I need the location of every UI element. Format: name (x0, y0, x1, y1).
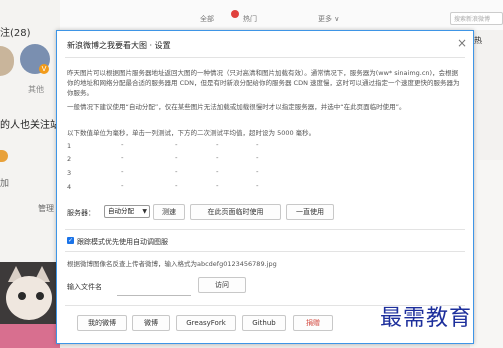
filename-input[interactable] (117, 282, 191, 296)
dialog-title: 新浪微博之我要看大图 · 设置 (67, 41, 171, 50)
test-value[interactable]: - (216, 141, 219, 149)
follow-count-title: 注(28) (0, 28, 31, 39)
settings-dialog: 新浪微博之我要看大图 · 设置 × 昨天图片可以根据图片服务器地址返回大图的一种… (56, 30, 474, 344)
search-input[interactable]: 搜索新浪微博 (450, 12, 503, 25)
manage-link[interactable]: 管理 (38, 203, 54, 214)
test-value[interactable]: - (121, 168, 124, 176)
test-value[interactable]: - (216, 182, 219, 190)
github-button[interactable]: Github (242, 315, 286, 331)
close-icon[interactable]: × (455, 36, 469, 50)
test-value[interactable]: - (175, 141, 178, 149)
chevron-down-icon: ▼ (142, 208, 147, 215)
test-value[interactable]: - (256, 182, 259, 190)
test-value[interactable]: - (121, 182, 124, 190)
server-select-value: 自动分配 (108, 207, 134, 215)
nav-all[interactable]: 全部 (200, 14, 214, 24)
test-value[interactable]: - (216, 154, 219, 162)
filename-input-label: 输入文件名 (67, 283, 102, 291)
background-top-bar (60, 0, 503, 31)
nav-more[interactable]: 更多 ∨ (318, 14, 339, 24)
hot-label: 热 (474, 36, 482, 45)
test-value[interactable]: - (175, 182, 178, 190)
divider (65, 57, 465, 58)
test-value[interactable]: - (256, 168, 259, 176)
temp-use-button[interactable]: 在此页面临时使用 (190, 204, 281, 220)
test-value[interactable]: - (256, 141, 259, 149)
watermark-text: 最需教育 (380, 306, 473, 331)
server-description: 昨天图片可以根据图片服务器地址返回大图的一种情况（只对高清和图片加载有效）。通常… (67, 69, 460, 97)
verified-badge-icon: V (39, 64, 49, 74)
cat-eye (36, 292, 44, 300)
weibo-button[interactable]: 微博 (132, 315, 170, 331)
test-value[interactable]: - (256, 154, 259, 162)
cat-photo (0, 262, 60, 348)
cat-eye (18, 292, 26, 300)
avatar-name[interactable]: 其他 (28, 84, 44, 95)
divider (65, 229, 465, 230)
auto-select-checkbox[interactable]: ✓ (67, 237, 74, 244)
test-value[interactable]: - (175, 168, 178, 176)
people-also-follow-heading: 的人也关注站 (0, 120, 60, 131)
hot-dot-icon (231, 10, 239, 18)
divider (65, 251, 465, 252)
server-label: 服务器： (67, 209, 95, 217)
background-right-panel (470, 30, 503, 160)
cat-face (6, 276, 52, 320)
test-row-label: 2 (67, 155, 72, 163)
greasyfork-button[interactable]: GreasyFork (176, 315, 236, 331)
cat-pink-background (0, 324, 60, 348)
test-value[interactable]: - (121, 154, 124, 162)
speed-test-button[interactable]: 测速 (153, 204, 185, 220)
test-value[interactable]: - (175, 154, 178, 162)
donate-button[interactable]: 捐赠 (293, 315, 333, 331)
test-value[interactable]: - (121, 141, 124, 149)
checkbox-label: 跟踪模式优先使用自动调图服 (77, 238, 168, 246)
follow-link[interactable]: 加 (0, 176, 9, 189)
my-weibo-button[interactable]: 我的微博 (77, 315, 127, 331)
test-row-label: 4 (67, 183, 72, 191)
test-value[interactable]: - (216, 168, 219, 176)
server-select[interactable]: 自动分配 ▼ (104, 205, 150, 218)
background-right-panel (470, 160, 503, 348)
test-row-label: 1 (67, 142, 72, 150)
nav-hot[interactable]: 热门 (243, 14, 257, 24)
test-row-label: 3 (67, 169, 72, 177)
always-use-button[interactable]: 一直使用 (286, 204, 334, 220)
filename-lookup-note: 根据微博图像名反查上传者微博，输入格式为abcdefg0123456789.jp… (67, 260, 277, 268)
server-recommendation: 一般情况下建议使用“自动分配”，仅在某些图片无法加载或加载很慢时才以指定服务器，… (67, 103, 406, 111)
speed-test-note: 以下数值单位为毫秒，单击一列测试，下方的二次测试平均值，超时设为 5000 毫秒… (67, 129, 316, 137)
visit-button[interactable]: 访问 (198, 277, 246, 293)
